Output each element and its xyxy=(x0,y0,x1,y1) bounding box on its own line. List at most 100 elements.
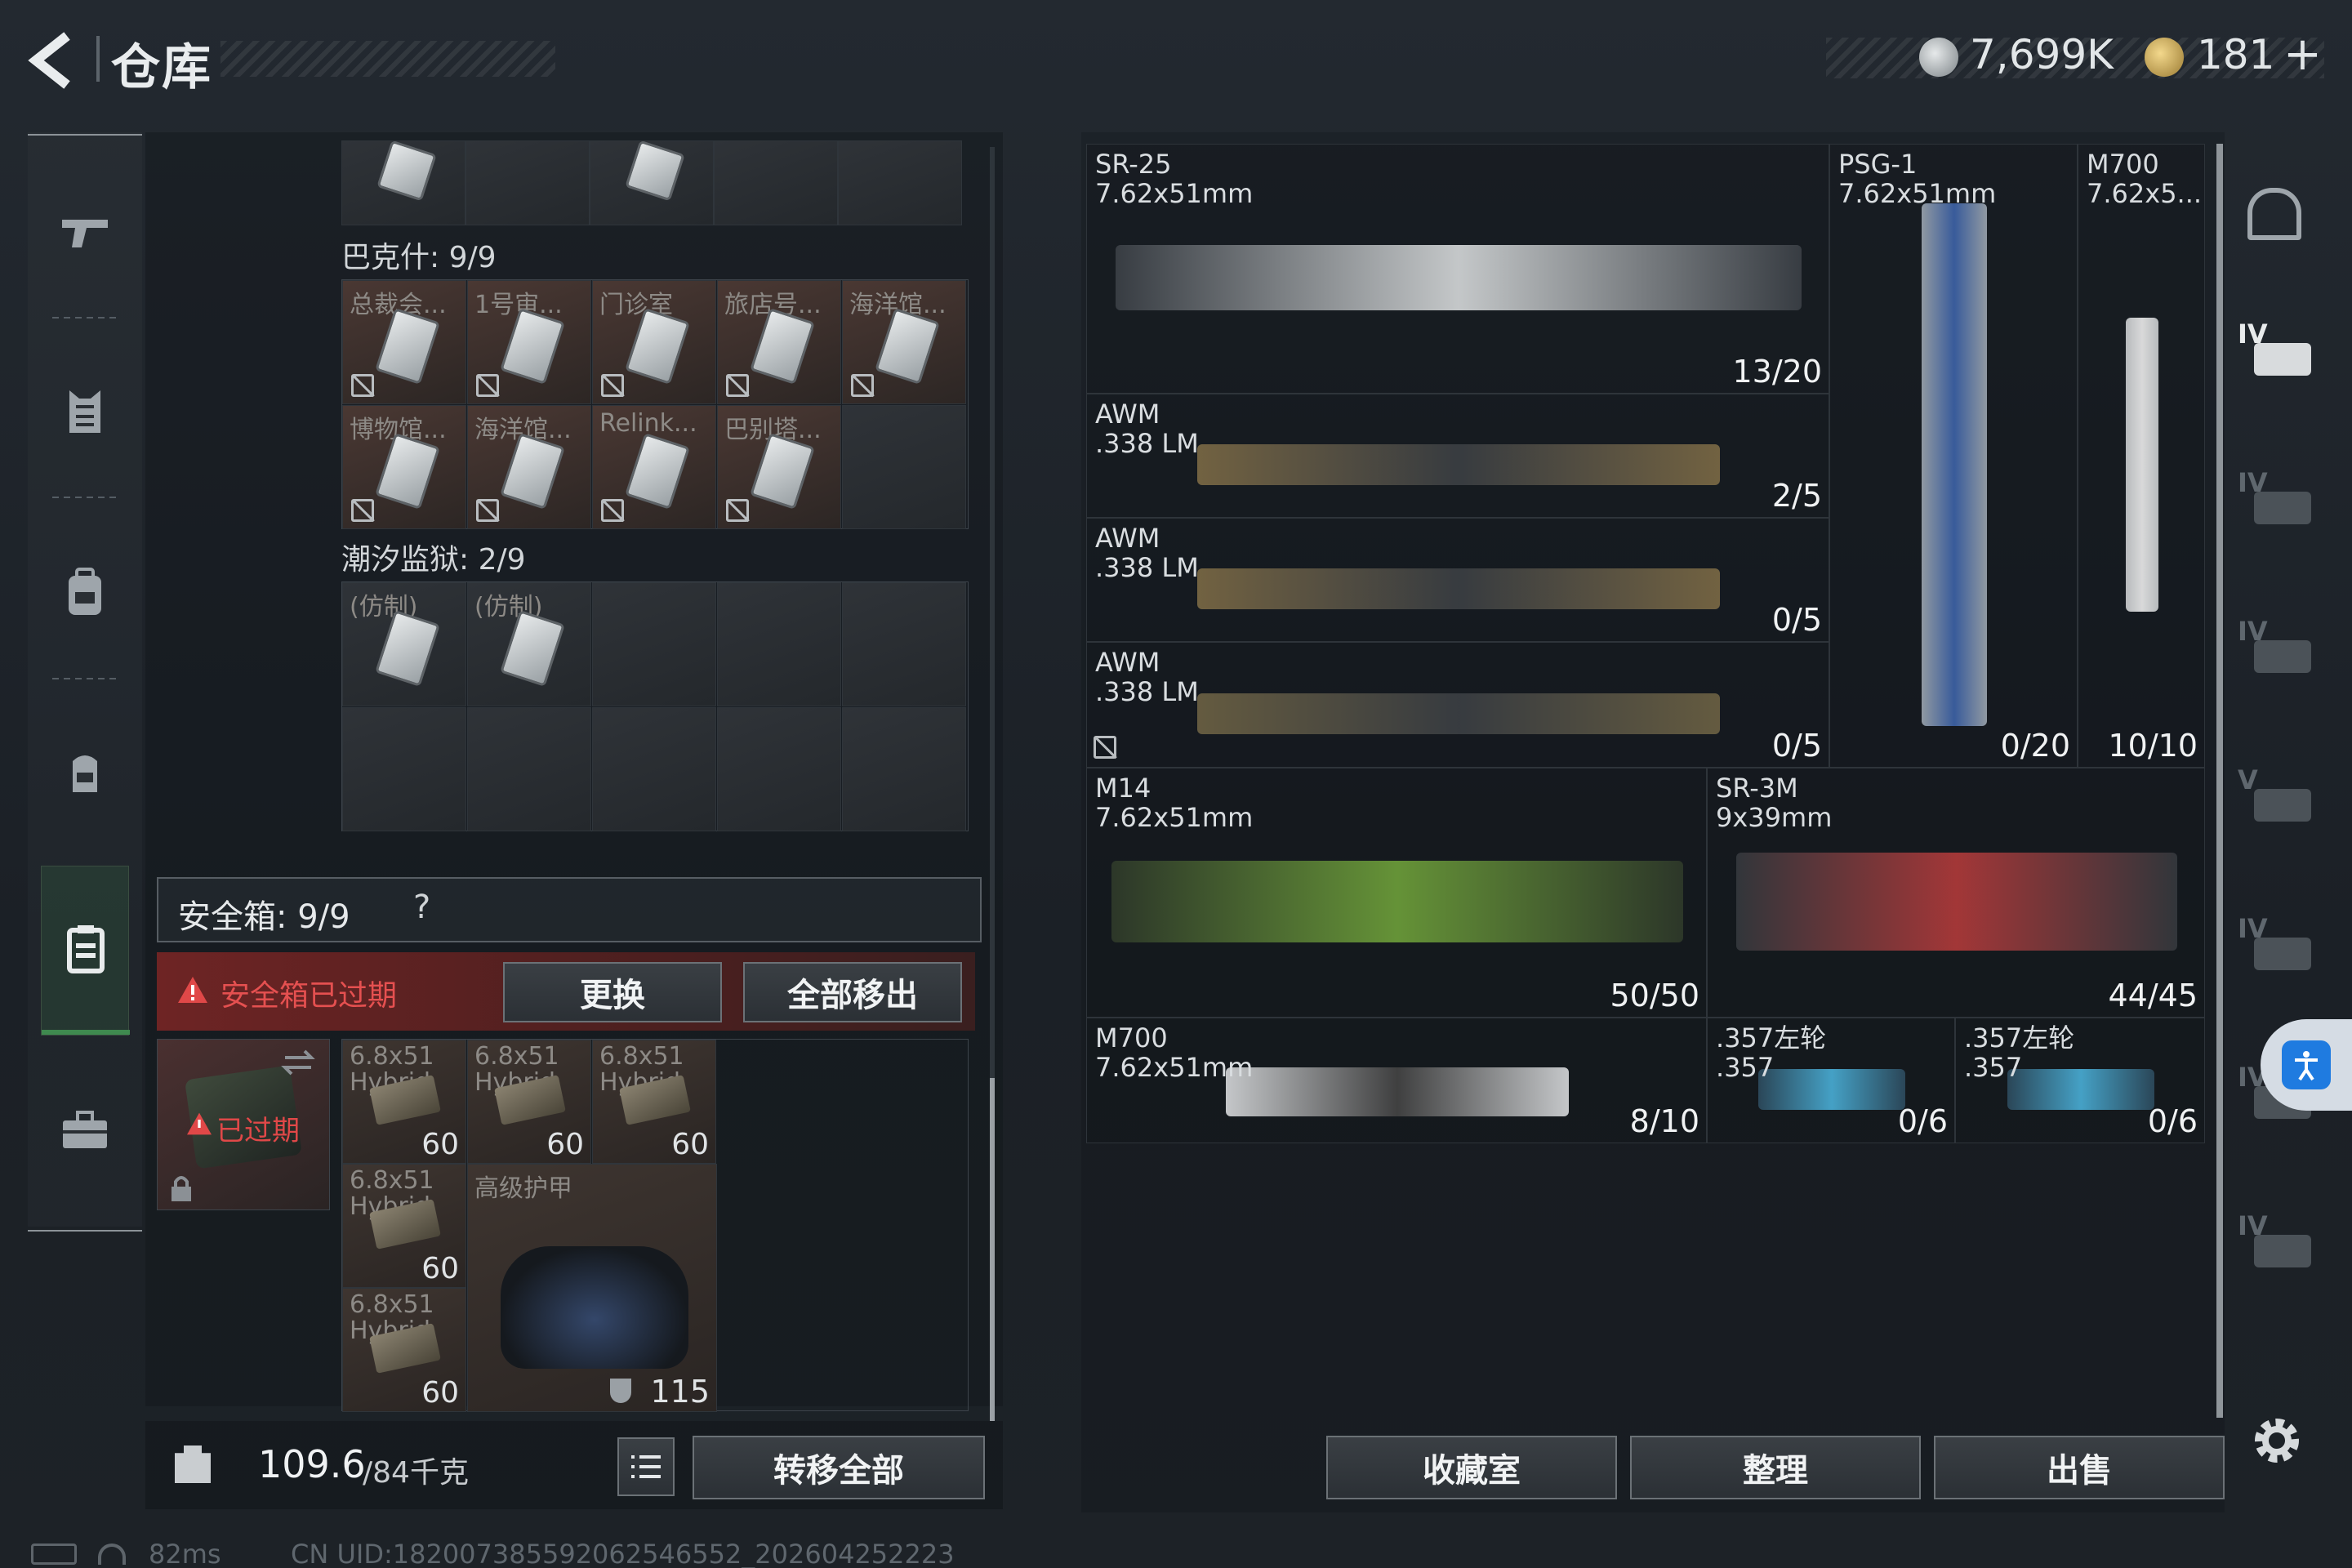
weapon-name: SR-3M 9x39mm xyxy=(1716,773,1832,832)
ammo-item[interactable]: 6.8x51 Hybrid 60 xyxy=(342,1288,466,1412)
weapon-caliber: 7.62x51mm xyxy=(1838,178,1997,209)
weapon-name: M14 7.62x51mm xyxy=(1095,773,1253,832)
weapon-caliber: .357 xyxy=(1964,1052,2023,1083)
weapon-slot[interactable]: M700 7.62x5... 10/10 xyxy=(2078,144,2205,768)
storage-item[interactable]: Relink... xyxy=(592,405,716,529)
ammo-count: 60 xyxy=(421,1376,459,1410)
storage-item[interactable]: 博物馆... xyxy=(342,405,466,529)
weapon-image xyxy=(2126,318,2158,612)
nav-toolbox[interactable] xyxy=(28,1089,142,1171)
weapon-name: AWM .338 LM xyxy=(1095,399,1199,458)
remove-all-button[interactable]: 全部移出 xyxy=(743,962,962,1022)
ammo-count: 60 xyxy=(421,1128,459,1161)
ammo-item[interactable]: 6.8x51 Hybrid 60 xyxy=(342,1164,466,1288)
weapon-caliber: 9x39mm xyxy=(1716,802,1833,833)
battery-icon xyxy=(31,1544,77,1565)
weapon-slot[interactable]: PSG-1 7.62x51mm 0/20 xyxy=(1829,144,2078,768)
keycard-icon xyxy=(376,140,437,202)
weapon-title: AWM xyxy=(1095,647,1160,678)
weapon-slot[interactable]: SR-25 7.62x51mm 13/20 xyxy=(1086,144,1829,394)
sell-button[interactable]: 出售 xyxy=(1934,1436,2225,1499)
nav-rig[interactable] xyxy=(28,732,142,813)
tier-tab[interactable]: IV xyxy=(2238,1210,2316,1284)
keycard-icon xyxy=(625,140,685,202)
currency-silver: 7,699K xyxy=(1970,31,2114,78)
locker-tab-icon[interactable] xyxy=(2247,188,2301,240)
weapon-title: SR-3M xyxy=(1716,773,1798,804)
weapon-ammo-count: 13/20 xyxy=(1732,354,1822,390)
safebox-title: 安全箱: 9/9 xyxy=(178,898,350,936)
weapon-slot[interactable]: M14 7.62x51mm 50/50 xyxy=(1086,768,1707,1018)
tier-tab[interactable]: IV xyxy=(2238,318,2316,392)
storage-item[interactable]: 门诊室 xyxy=(592,280,716,404)
collection-room-button[interactable]: 收藏室 xyxy=(1326,1436,1617,1499)
tier-tab[interactable]: IV xyxy=(2238,913,2316,987)
toolbox-icon xyxy=(63,1111,107,1148)
storage-item[interactable]: 旅店号... xyxy=(717,280,841,404)
weight-icon xyxy=(175,1446,211,1483)
tier-tab[interactable]: V xyxy=(2238,764,2316,838)
ammo-item[interactable]: 6.8x51 Hybrid 60 xyxy=(592,1040,716,1164)
weapon-caliber: .338 LM xyxy=(1095,552,1199,583)
weapon-slot[interactable]: AWM .338 LM 2/5 xyxy=(1086,394,1829,518)
storage-item[interactable]: (仿制) xyxy=(467,582,591,706)
no-trade-icon xyxy=(1094,736,1116,759)
ammo-item[interactable]: 6.8x51 Hybrid 60 xyxy=(467,1040,591,1164)
empty-slot xyxy=(842,707,966,831)
storage-item[interactable]: 海洋馆... xyxy=(467,405,591,529)
nav-armor[interactable] xyxy=(28,371,142,452)
weapon-name: .357左轮 .357 xyxy=(1716,1023,1826,1082)
active-indicator xyxy=(42,1030,130,1035)
tier-tab[interactable]: IV xyxy=(2238,616,2316,689)
no-trade-icon xyxy=(601,499,624,522)
back-button[interactable] xyxy=(24,29,82,91)
nav-secure-case[interactable] xyxy=(41,866,130,1036)
nav-backpack[interactable] xyxy=(28,552,142,634)
weapon-slot[interactable]: .357左轮 .357 0/6 xyxy=(1707,1018,1955,1143)
sort-button[interactable]: 整理 xyxy=(1630,1436,1921,1499)
section-grid-bakesh: 总裁会... 1号审... 门诊室 旅店号... 海洋馆... 博物馆... 海洋馆... R… xyxy=(341,279,969,529)
weapon-caliber: 7.62x51mm xyxy=(1095,1052,1254,1083)
transfer-all-button[interactable]: 转移全部 xyxy=(693,1436,985,1499)
weapon-ammo-count: 44/45 xyxy=(2108,978,2198,1013)
weapon-image xyxy=(1736,853,2177,951)
scrollbar-thumb[interactable] xyxy=(990,1078,995,1421)
secure-case-icon xyxy=(67,925,105,973)
ammo-item[interactable]: 6.8x51 Hybrid 60 xyxy=(342,1040,466,1164)
empty-slot xyxy=(342,707,466,831)
weapon-slot[interactable]: M700 7.62x51mm 8/10 xyxy=(1086,1018,1707,1143)
weapon-name: M700 7.62x51mm xyxy=(1095,1023,1253,1082)
weapon-scrollbar[interactable] xyxy=(2216,144,2223,1418)
storage-scrollbar[interactable] xyxy=(990,147,995,1421)
nav-weapons[interactable] xyxy=(28,191,142,273)
ammo-count: 60 xyxy=(546,1128,584,1161)
settings-button[interactable] xyxy=(2247,1411,2306,1470)
armor-item[interactable]: 高级护甲 115 xyxy=(467,1164,717,1412)
storage-item[interactable]: 1号审... xyxy=(467,280,591,404)
weapon-title: SR-25 xyxy=(1095,149,1172,180)
secure-case-slot[interactable]: 已过期 xyxy=(157,1039,330,1210)
weapon-slot[interactable]: SR-3M 9x39mm 44/45 xyxy=(1707,768,2205,1018)
weapon-ammo-count: 0/5 xyxy=(1771,728,1822,764)
list-view-button[interactable] xyxy=(617,1437,675,1496)
help-icon[interactable]: ? xyxy=(413,889,430,926)
accessibility-button[interactable] xyxy=(2261,1019,2352,1111)
storage-item[interactable]: 总裁会... xyxy=(342,280,466,404)
swap-icon xyxy=(281,1049,315,1076)
weapon-title: AWM xyxy=(1095,399,1160,430)
storage-item[interactable]: 海洋馆... xyxy=(842,280,966,404)
storage-item[interactable]: 巴别塔... xyxy=(717,405,841,529)
weapon-image xyxy=(1197,444,1720,485)
weapon-slot[interactable]: AWM .338 LM 0/5 xyxy=(1086,518,1829,642)
add-currency-button[interactable]: + xyxy=(2283,28,2322,81)
weapon-slot[interactable]: .357左轮 .357 0/6 xyxy=(1955,1018,2205,1143)
weapon-ammo-count: 0/5 xyxy=(1771,602,1822,638)
storage-item[interactable]: (仿制) xyxy=(342,582,466,706)
expired-label: 已过期 xyxy=(216,1115,300,1147)
replace-button[interactable]: 更换 xyxy=(503,962,722,1022)
weapon-slot[interactable]: AWM .338 LM 0/5 xyxy=(1086,642,1829,768)
lock-icon xyxy=(172,1176,191,1201)
tier-tab[interactable]: IV xyxy=(2238,467,2316,541)
ammo-count: 60 xyxy=(671,1128,709,1161)
weapon-grid: SR-25 7.62x51mm 13/20 PSG-1 7.62x51mm 0/20 M… xyxy=(1086,144,2205,1143)
